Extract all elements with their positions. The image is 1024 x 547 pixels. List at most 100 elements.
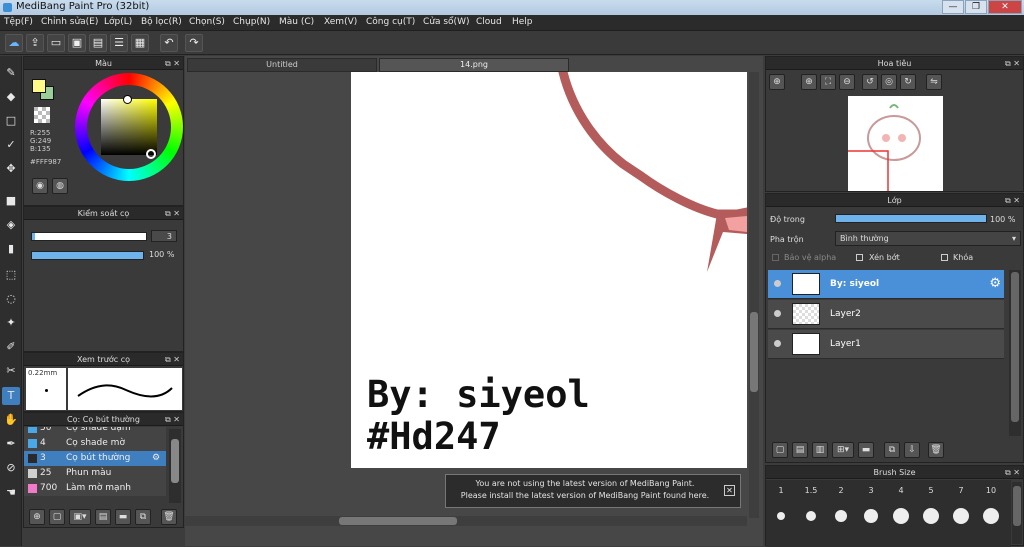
brush-settings-gear-icon[interactable]: ⚙ <box>152 451 160 466</box>
menu-edit[interactable]: Chỉnh sửa(E) <box>41 17 98 27</box>
redo-icon[interactable]: ↷ <box>185 34 203 52</box>
brush-size-scrollbar[interactable] <box>1012 482 1022 544</box>
palette-settings-icon[interactable]: ◍ <box>52 178 68 194</box>
layer-list-scrollbar[interactable] <box>1009 270 1021 436</box>
maximize-button[interactable]: ❐ <box>965 0 987 14</box>
brush-item[interactable]: 700 Làm mờ mạnh <box>24 481 166 496</box>
list-icon[interactable]: ☰ <box>110 34 128 52</box>
brush-size-option[interactable]: 3 <box>857 486 885 495</box>
delete-brush-icon[interactable]: 🗑 <box>161 509 177 525</box>
brush-opacity-slider[interactable] <box>31 251 144 260</box>
panel-controls-icon[interactable]: ⧉ ✕ <box>1005 466 1020 479</box>
vertical-scrollbar[interactable] <box>749 72 759 518</box>
grid-icon[interactable]: ▦ <box>131 34 149 52</box>
brush-size-dot[interactable] <box>893 508 909 524</box>
brush-item[interactable]: 4 Cọ shade mờ <box>24 436 166 451</box>
update-notification[interactable]: You are not using the latest version of … <box>445 474 741 508</box>
layer-row[interactable]: Layer1 <box>768 330 1004 359</box>
primary-color-swatch[interactable] <box>32 79 46 93</box>
palette-icon[interactable]: ◉ <box>32 178 48 194</box>
move-tool-icon[interactable]: ✥ <box>2 160 20 178</box>
lock-checkbox[interactable] <box>941 254 948 261</box>
menu-window[interactable]: Cửa sổ(W) <box>423 17 469 27</box>
brush-size-dot[interactable] <box>953 508 969 524</box>
dot-tool-icon[interactable]: ✓ <box>2 136 20 154</box>
zoom-out-icon[interactable]: ⊖ <box>839 74 855 90</box>
brush-size-option[interactable]: 4 <box>887 486 915 495</box>
panel-controls-icon[interactable]: ⧉ ✕ <box>165 413 180 426</box>
brush-size-dot[interactable] <box>777 512 785 520</box>
fit-icon[interactable]: ⛶ <box>820 74 836 90</box>
brush-size-option[interactable]: 2 <box>827 486 855 495</box>
brush-item[interactable]: 25 Phun màu <box>24 466 166 481</box>
close-notification-button[interactable]: ✕ <box>724 485 735 496</box>
menu-snap[interactable]: Chụp(N) <box>233 17 270 27</box>
layer-visibility-icon[interactable] <box>774 310 781 317</box>
brush-size-dot[interactable] <box>864 509 878 523</box>
menu-cloud[interactable]: Cloud <box>476 17 502 27</box>
layer-settings-gear-icon[interactable]: ⚙ <box>989 276 1001 291</box>
panel-controls-icon[interactable]: ⧉ ✕ <box>165 57 180 70</box>
horizontal-scrollbar[interactable] <box>185 516 747 526</box>
menu-select[interactable]: Chọn(S) <box>189 17 225 27</box>
fill-rect-tool-icon[interactable]: ■ <box>2 192 20 210</box>
add-brush-icon[interactable]: ⊕ <box>29 509 45 525</box>
zoom-in-icon[interactable]: ⊕ <box>769 74 785 90</box>
menu-view[interactable]: Xem(V) <box>324 17 357 27</box>
rotate-right-icon[interactable]: ↻ <box>900 74 916 90</box>
clipping-checkbox[interactable] <box>856 254 863 261</box>
brush-list-scrollbar[interactable] <box>169 429 181 503</box>
tab-14png[interactable]: 14.png <box>379 58 569 72</box>
brush-size-option[interactable]: 1 <box>767 486 795 495</box>
layer-row-selected[interactable]: By: siyeol ⚙ <box>768 270 1004 299</box>
menu-filter[interactable]: Bộ lọc(R) <box>141 17 182 27</box>
merge-layer-icon[interactable]: ⇩ <box>904 442 920 458</box>
hue-cursor[interactable] <box>146 149 156 159</box>
brush-size-dot[interactable] <box>923 508 939 524</box>
gradient-tool-icon[interactable]: ▮ <box>2 240 20 258</box>
menu-help[interactable]: Help <box>512 17 533 27</box>
menu-layer[interactable]: Lớp(L) <box>104 17 132 27</box>
lasso-tool-icon[interactable]: ◌ <box>2 290 20 308</box>
artboard[interactable]: By: siyeol #Hd247 <box>351 72 747 468</box>
new-halftone-layer-icon[interactable]: ▤ <box>792 442 808 458</box>
layer-row[interactable]: Layer2 <box>768 300 1004 329</box>
brush-size-dot[interactable] <box>806 511 816 521</box>
brush-size-option[interactable]: 5 <box>917 486 945 495</box>
rotate-left-icon[interactable]: ↺ <box>862 74 878 90</box>
menu-color[interactable]: Màu (C) <box>279 17 314 27</box>
select-tool-icon[interactable]: ⬚ <box>2 266 20 284</box>
select-eraser-tool-icon[interactable]: ✂ <box>2 362 20 380</box>
zoom-in-alt-icon[interactable]: ⊕ <box>801 74 817 90</box>
brush-menu-icon[interactable]: ▣▾ <box>69 509 91 525</box>
duplicate-layer-icon[interactable]: ⧉ <box>884 442 900 458</box>
copy-brush-icon[interactable]: ⧉ <box>135 509 151 525</box>
panel-controls-icon[interactable]: ⧉ ✕ <box>1005 57 1020 70</box>
layer-folder-icon[interactable]: ▬ <box>858 442 874 458</box>
eraser-tool-icon[interactable]: ◆ <box>2 88 20 106</box>
minimize-button[interactable]: — <box>942 0 964 14</box>
menu-tools[interactable]: Công cụ(T) <box>366 17 415 27</box>
panel-controls-icon[interactable]: ⧉ ✕ <box>165 207 180 220</box>
rotate-reset-icon[interactable]: ◎ <box>881 74 897 90</box>
transparent-color-icon[interactable] <box>34 107 50 123</box>
share-icon[interactable]: ⇪ <box>26 34 44 52</box>
page-icon[interactable]: ▤ <box>89 34 107 52</box>
brush-tool-icon[interactable]: ✎ <box>2 64 20 82</box>
delete-layer-icon[interactable]: 🗑 <box>928 442 944 458</box>
panel-controls-icon[interactable]: ⧉ ✕ <box>1005 194 1020 207</box>
brush-size-value[interactable]: 3 <box>151 230 177 242</box>
text-tool-icon[interactable]: T <box>2 387 20 405</box>
cloud-icon[interactable]: ☁ <box>5 34 23 52</box>
bucket-tool-icon[interactable]: ◈ <box>2 216 20 234</box>
close-window-button[interactable]: ✕ <box>988 0 1022 14</box>
comment-icon[interactable]: ▭ <box>47 34 65 52</box>
panel-controls-icon[interactable]: ⧉ ✕ <box>165 353 180 366</box>
hue-wheel[interactable] <box>75 73 183 181</box>
hand-tool-icon[interactable]: ☚ <box>2 484 20 502</box>
layer-visibility-icon[interactable] <box>774 280 781 287</box>
select-pen-tool-icon[interactable]: ✐ <box>2 338 20 356</box>
brush-size-option[interactable]: 7 <box>947 486 975 495</box>
brush-size-dot[interactable] <box>835 510 847 522</box>
saturation-square[interactable] <box>101 99 157 155</box>
